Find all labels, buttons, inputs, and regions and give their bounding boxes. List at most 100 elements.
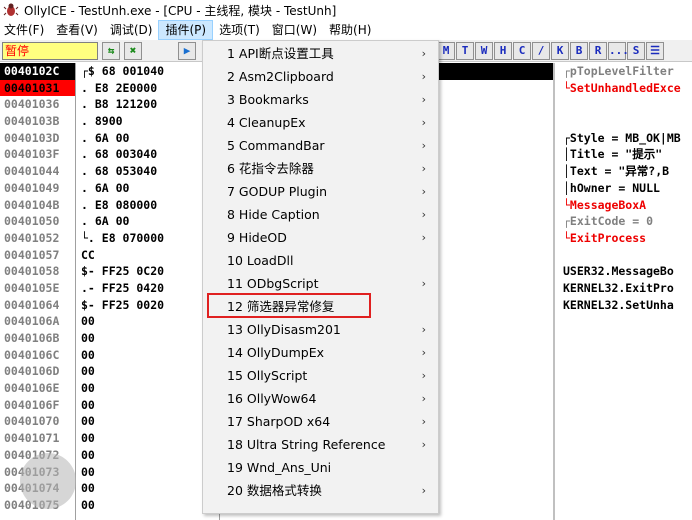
- plugin-menu-item-17[interactable]: 17 SharpOD x64 ›: [203, 410, 438, 433]
- address-row[interactable]: 0040106B: [0, 330, 75, 347]
- address-row[interactable]: 00401036: [0, 96, 75, 113]
- address-row[interactable]: 00401058: [0, 263, 75, 280]
- close-icon[interactable]: ✖: [124, 42, 142, 60]
- address-row[interactable]: 0040102C: [0, 63, 75, 80]
- hex-row[interactable]: $- FF25 0020: [77, 297, 219, 314]
- hex-row[interactable]: . E8 2E0000: [77, 80, 219, 97]
- plugin-menu-item-5[interactable]: 5 CommandBar ›: [203, 134, 438, 157]
- plugin-menu-item-20[interactable]: 20 数据格式转换 ›: [203, 479, 438, 502]
- plugin-menu-item-6[interactable]: 6 花指令去除器 ›: [203, 157, 438, 180]
- toolbar-button-9[interactable]: R: [589, 42, 607, 60]
- toolbar-button-3[interactable]: W: [475, 42, 493, 60]
- address-row[interactable]: 00401049: [0, 180, 75, 197]
- toolbar-button-2[interactable]: T: [456, 42, 474, 60]
- hex-row[interactable]: .- FF25 0420: [77, 280, 219, 297]
- address-row[interactable]: 0040106A: [0, 313, 75, 330]
- plugin-menu-item-7[interactable]: 7 GODUP Plugin ›: [203, 180, 438, 203]
- hex-row[interactable]: 00: [77, 380, 219, 397]
- submenu-arrow-icon: ›: [421, 185, 426, 198]
- submenu-arrow-icon: ›: [421, 323, 426, 336]
- address-row[interactable]: 00401057: [0, 247, 75, 264]
- plugin-menu-item-2[interactable]: 2 Asm2Clipboard ›: [203, 65, 438, 88]
- plugin-menu-item-15[interactable]: 15 OllyScript ›: [203, 364, 438, 387]
- menu-item-7[interactable]: 帮助(H): [323, 20, 377, 40]
- hex-row[interactable]: $- FF25 0C20: [77, 263, 219, 280]
- hex-row[interactable]: . 8900: [77, 113, 219, 130]
- plugin-menu-item-13[interactable]: 13 OllyDisasm201 ›: [203, 318, 438, 341]
- address-row[interactable]: 00401050: [0, 213, 75, 230]
- hex-row[interactable]: . 6A 00: [77, 130, 219, 147]
- address-row[interactable]: 0040106E: [0, 380, 75, 397]
- hex-row[interactable]: 00: [77, 313, 219, 330]
- menu-bar: 文件(F) 查看(V) 调试(D) 插件(P) 选项(T) 窗口(W) 帮助(H): [0, 20, 692, 40]
- address-row[interactable]: 0040106D: [0, 363, 75, 380]
- address-row[interactable]: 0040104B: [0, 197, 75, 214]
- hex-row[interactable]: 00: [77, 413, 219, 430]
- address-row[interactable]: 0040103B: [0, 113, 75, 130]
- toolbar-button-4[interactable]: H: [494, 42, 512, 60]
- plugin-menu-item-11[interactable]: 11 ODbgScript ›: [203, 272, 438, 295]
- hex-row[interactable]: 00: [77, 447, 219, 464]
- submenu-arrow-icon: ›: [421, 438, 426, 451]
- plugin-menu-item-14[interactable]: 14 OllyDumpEx ›: [203, 341, 438, 364]
- address-row[interactable]: 0040105E: [0, 280, 75, 297]
- plugin-menu-item-19[interactable]: 19 Wnd_Ans_Uni: [203, 456, 438, 479]
- hex-row[interactable]: 00: [77, 347, 219, 364]
- hex-row[interactable]: . E8 080000: [77, 197, 219, 214]
- plugin-menu-item-18[interactable]: 18 Ultra String Reference ›: [203, 433, 438, 456]
- address-row[interactable]: 0040103F: [0, 146, 75, 163]
- address-row[interactable]: 00401064: [0, 297, 75, 314]
- hex-row[interactable]: . 68 003040: [77, 146, 219, 163]
- hex-row[interactable]: CC: [77, 247, 219, 264]
- menu-item-4[interactable]: 插件(P): [158, 20, 214, 40]
- hex-row[interactable]: 00: [77, 430, 219, 447]
- hex-row[interactable]: 00: [77, 464, 219, 481]
- toolbar-button-7[interactable]: K: [551, 42, 569, 60]
- toolbar-button-10[interactable]: ...: [608, 42, 629, 60]
- run-icon[interactable]: ▶: [178, 42, 196, 60]
- menu-item-5[interactable]: 选项(T): [213, 20, 266, 40]
- hex-row[interactable]: 00: [77, 330, 219, 347]
- toolbar-button-8[interactable]: B: [570, 42, 588, 60]
- plugin-menu-item-3[interactable]: 3 Bookmarks ›: [203, 88, 438, 111]
- plugin-menu-item-1[interactable]: 1 API断点设置工具 ›: [203, 42, 438, 65]
- hex-row[interactable]: 00: [77, 397, 219, 414]
- plugin-menu-item-9[interactable]: 9 HideOD ›: [203, 226, 438, 249]
- restart-icon[interactable]: ⇆: [102, 42, 120, 60]
- address-row[interactable]: 00401070: [0, 413, 75, 430]
- menu-item-6[interactable]: 窗口(W): [266, 20, 323, 40]
- address-row[interactable]: 00401031: [0, 79, 75, 97]
- address-row[interactable]: 0040106F: [0, 397, 75, 414]
- hex-row[interactable]: └. E8 070000: [77, 230, 219, 247]
- plugin-menu-item-10[interactable]: 10 LoadDll: [203, 249, 438, 272]
- address-row[interactable]: 00401052: [0, 230, 75, 247]
- toolbar-button-6[interactable]: /: [532, 42, 550, 60]
- toolbar-button-11[interactable]: S: [627, 42, 645, 60]
- hex-row[interactable]: . 6A 00: [77, 213, 219, 230]
- address-row[interactable]: 00401044: [0, 163, 75, 180]
- submenu-arrow-icon: ›: [421, 392, 426, 405]
- hex-row[interactable]: ┌$ 68 001040: [77, 63, 219, 80]
- hex-row[interactable]: . 6A 00: [77, 180, 219, 197]
- comment-row: │hOwner = NULL: [563, 180, 660, 195]
- hex-row[interactable]: 00: [77, 363, 219, 380]
- menu-item-2[interactable]: 查看(V): [50, 20, 104, 40]
- hex-row[interactable]: . 68 053040: [77, 163, 219, 180]
- hex-row[interactable]: 00: [77, 497, 219, 514]
- plugin-menu-item-16[interactable]: 16 OllyWow64 ›: [203, 387, 438, 410]
- comment-row: USER32.MessageBo: [563, 264, 674, 279]
- menu-item-3[interactable]: 调试(D): [104, 20, 159, 40]
- plugin-menu-item-4[interactable]: 4 CleanupEx ›: [203, 111, 438, 134]
- menu-item-1[interactable]: 文件(F): [0, 20, 50, 40]
- comment-row: ┌pTopLevelFilter: [563, 64, 674, 78]
- address-row[interactable]: 0040103D: [0, 130, 75, 147]
- plugin-menu-item-8[interactable]: 8 Hide Caption ›: [203, 203, 438, 226]
- plugin-menu-label: 16 OllyWow64: [227, 391, 317, 406]
- address-row[interactable]: 0040106C: [0, 347, 75, 364]
- toolbar-button-1[interactable]: M: [437, 42, 455, 60]
- address-row[interactable]: 00401071: [0, 430, 75, 447]
- hex-row[interactable]: . B8 121200: [77, 96, 219, 113]
- hex-row[interactable]: 00: [77, 480, 219, 497]
- toolbar-button-5[interactable]: C: [513, 42, 531, 60]
- toolbar-button-12[interactable]: ☰: [646, 42, 664, 60]
